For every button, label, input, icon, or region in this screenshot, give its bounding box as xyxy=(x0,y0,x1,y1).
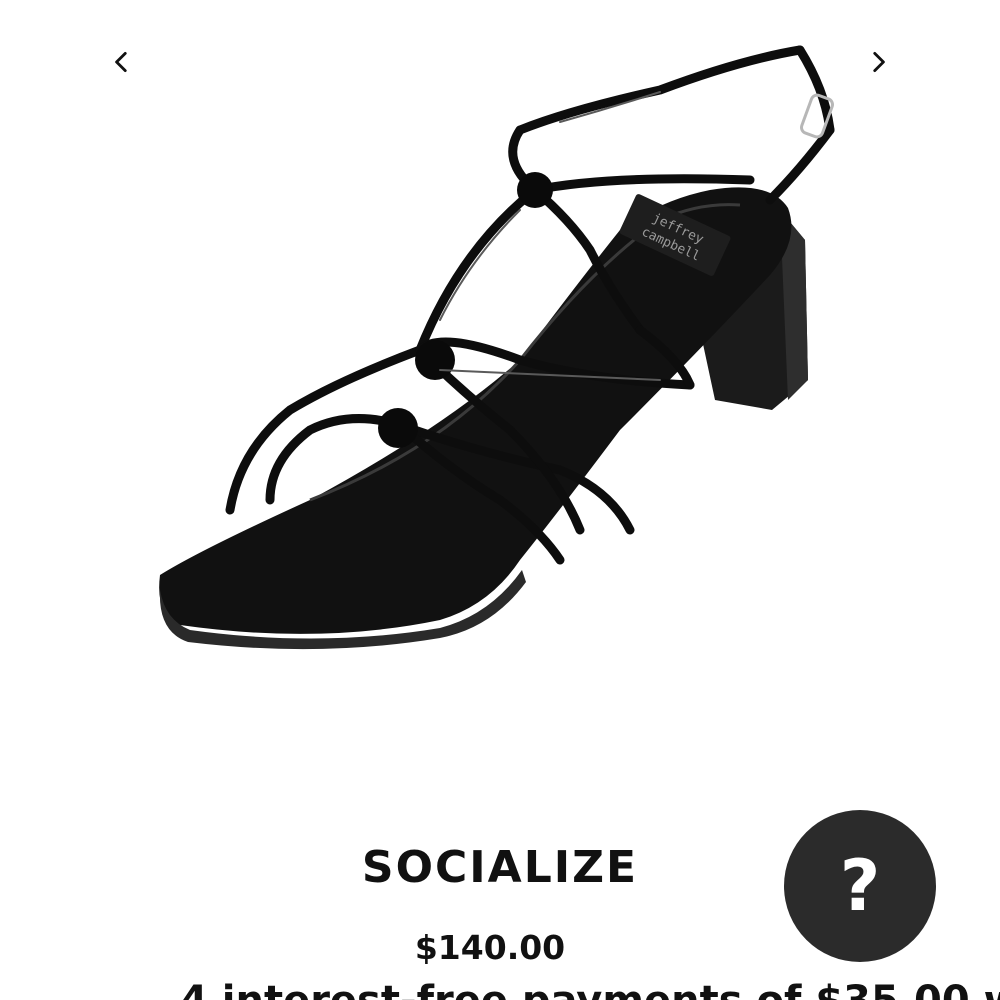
previous-image-button[interactable] xyxy=(98,38,146,86)
help-chat-button[interactable]: ? xyxy=(784,810,936,962)
question-icon: ? xyxy=(839,845,881,927)
product-page: jeffrey campbell SOCIALIZE $140.00 ? xyxy=(0,0,1000,1000)
chevron-right-icon xyxy=(873,51,885,73)
product-image-gallery: jeffrey campbell xyxy=(0,0,1000,760)
sandal-illustration: jeffrey campbell xyxy=(159,45,835,650)
installment-payment-text: 4 interest-free payments of $35.00 with xyxy=(180,978,1000,1000)
next-image-button[interactable] xyxy=(854,38,902,86)
chevron-left-icon xyxy=(115,51,127,73)
product-image: jeffrey campbell xyxy=(140,30,860,670)
